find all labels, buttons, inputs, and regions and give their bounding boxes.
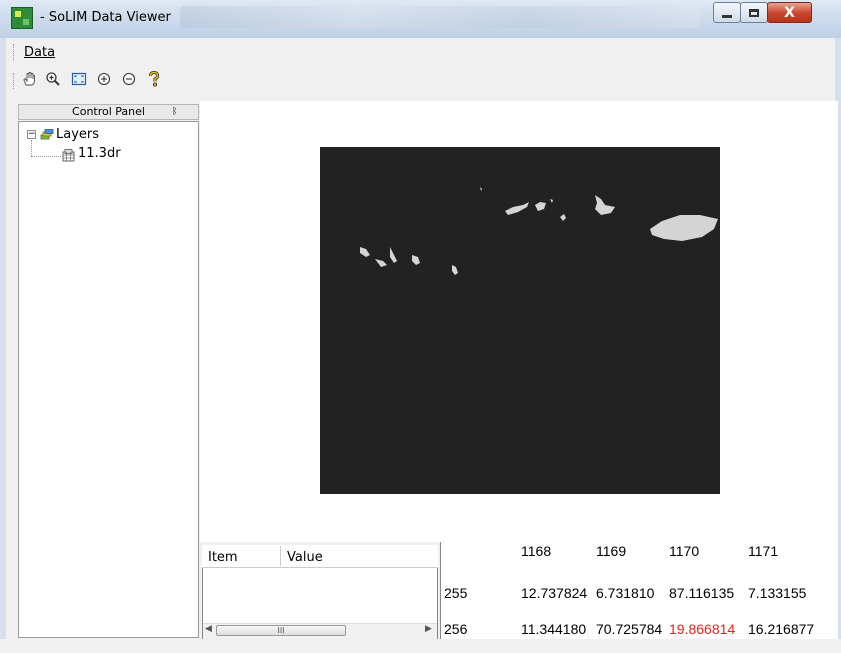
table-cell: 16.216877 bbox=[748, 621, 815, 637]
raster-image[interactable] bbox=[320, 147, 720, 494]
help-button[interactable] bbox=[145, 70, 163, 88]
table-cell: 7.133155 bbox=[748, 585, 807, 601]
maximize-icon bbox=[749, 8, 759, 17]
scroll-right-icon[interactable]: ▶ bbox=[425, 624, 432, 634]
menu-item-label: Data bbox=[24, 45, 56, 60]
window-title: - SoLIM Data Viewer bbox=[40, 10, 171, 25]
hand-icon bbox=[23, 72, 35, 86]
close-icon: X bbox=[784, 4, 795, 21]
table-row-header: 256 bbox=[444, 621, 468, 637]
zoom-out-icon bbox=[122, 72, 136, 86]
zoom-out-button[interactable] bbox=[120, 70, 138, 88]
tree-connector bbox=[31, 156, 61, 157]
pan-tool-button[interactable] bbox=[20, 70, 38, 88]
tree-connector bbox=[31, 140, 32, 156]
scroll-thumb[interactable]: III bbox=[216, 625, 346, 636]
table-cell: 87.116135 bbox=[669, 585, 735, 601]
tree-node-layer[interactable]: 11.3dr bbox=[78, 146, 121, 161]
menu-grip[interactable] bbox=[13, 44, 16, 60]
full-extent-icon bbox=[71, 72, 87, 86]
status-strip bbox=[0, 639, 841, 653]
table-cell-highlighted: 19.866814 bbox=[669, 621, 736, 637]
raster-layer-icon bbox=[62, 149, 75, 162]
app-icon bbox=[11, 7, 33, 29]
tree-node-layers[interactable]: Layers bbox=[56, 127, 99, 142]
zoom-in-icon bbox=[97, 72, 111, 86]
pin-icon[interactable]: ᛒ bbox=[172, 104, 177, 120]
toolbar-grip[interactable] bbox=[13, 73, 16, 89]
tree-collapse-toggle[interactable]: − bbox=[27, 130, 36, 139]
scroll-left-icon[interactable]: ◀ bbox=[205, 624, 212, 634]
zoom-in-button[interactable] bbox=[95, 70, 113, 88]
help-icon bbox=[149, 71, 160, 87]
magnifier-plus-icon bbox=[46, 72, 60, 86]
zoom-window-tool-button[interactable] bbox=[44, 70, 62, 88]
control-panel bbox=[18, 121, 199, 638]
minimize-button[interactable] bbox=[713, 2, 741, 23]
layers-icon bbox=[40, 129, 54, 140]
fit-to-view-button[interactable] bbox=[70, 70, 88, 88]
table-cell: 6.731810 bbox=[596, 585, 655, 601]
column-divider[interactable] bbox=[280, 546, 281, 566]
column-header-value[interactable]: Value bbox=[287, 550, 323, 565]
close-button[interactable]: X bbox=[767, 2, 812, 23]
title-background-blur bbox=[180, 6, 700, 28]
window-frame-left bbox=[0, 38, 6, 653]
menu-item-data[interactable]: Data bbox=[24, 45, 55, 60]
column-header-item[interactable]: Item bbox=[208, 550, 238, 565]
table-col-header: 1170 bbox=[669, 543, 700, 559]
minimize-icon bbox=[722, 14, 732, 18]
table-divider bbox=[440, 542, 441, 639]
raster-features bbox=[360, 187, 718, 275]
table-cell: 12.737824 bbox=[521, 585, 588, 601]
table-col-header: 1171 bbox=[748, 543, 779, 559]
table-row-header: 255 bbox=[444, 585, 468, 601]
table-col-header: 1169 bbox=[596, 543, 627, 559]
table-cell: 70.725784 bbox=[596, 621, 663, 637]
table-col-header: 1168 bbox=[521, 543, 552, 559]
table-cell: 11.344180 bbox=[521, 621, 587, 637]
maximize-button[interactable] bbox=[740, 2, 768, 23]
